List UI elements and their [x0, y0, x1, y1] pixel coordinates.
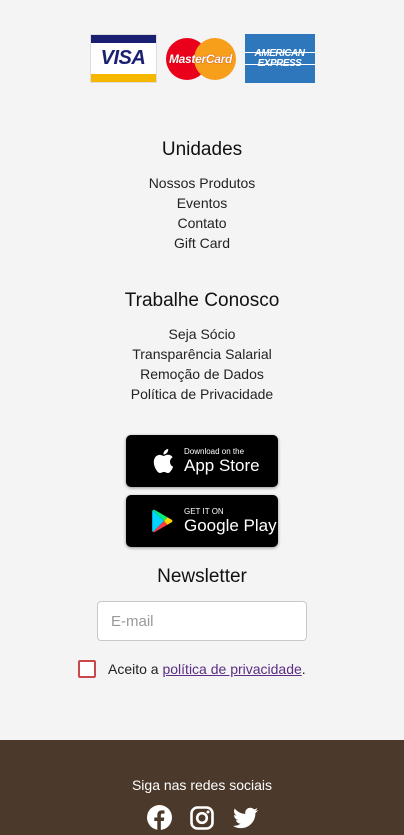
privacy-consent: Aceito a política de privacidade.	[78, 660, 306, 678]
unidades-links: Nossos Produtos Eventos Contato Gift Car…	[0, 173, 404, 253]
footer: Siga nas redes sociais	[0, 740, 404, 835]
visa-label: VISA	[100, 47, 146, 69]
link-seja-socio[interactable]: Seja Sócio	[0, 324, 404, 344]
email-input[interactable]	[97, 601, 307, 641]
social-links	[0, 805, 404, 830]
link-gift-card[interactable]: Gift Card	[0, 233, 404, 253]
mastercard-logo: MasterCard	[165, 34, 237, 83]
consent-prefix: Aceito a	[108, 661, 163, 677]
mastercard-label: MasterCard	[168, 51, 233, 66]
twitter-icon[interactable]	[232, 805, 258, 830]
trabalhe-title: Trabalhe Conosco	[124, 290, 280, 311]
amex-logo: AMERICAN EXPRESS	[244, 34, 315, 83]
link-eventos[interactable]: Eventos	[0, 193, 404, 213]
link-transparencia-salarial[interactable]: Transparência Salarial	[0, 344, 404, 364]
trabalhe-links: Seja Sócio Transparência Salarial Remoçã…	[0, 324, 404, 404]
google-play-button[interactable]: GET IT ON Google Play	[126, 495, 278, 547]
trabalhe-section: Trabalhe Conosco Seja Sócio Transparênci…	[0, 290, 404, 404]
link-contato[interactable]: Contato	[0, 213, 404, 233]
instagram-icon[interactable]	[190, 805, 215, 830]
consent-label: Aceito a política de privacidade.	[108, 661, 306, 677]
google-play-big-label: Google Play	[184, 516, 277, 535]
link-politica-privacidade[interactable]: Política de Privacidade	[0, 384, 404, 404]
social-title: Siga nas redes sociais	[131, 777, 273, 793]
facebook-icon[interactable]	[146, 805, 172, 830]
app-store-small-label: Download on the	[184, 447, 245, 456]
google-play-icon	[150, 508, 176, 534]
apple-icon	[150, 448, 176, 474]
unidades-title: Unidades	[161, 139, 243, 160]
app-store-big-label: App Store	[184, 456, 260, 475]
link-remocao-dados[interactable]: Remoção de Dados	[0, 364, 404, 384]
consent-checkbox[interactable]	[78, 660, 96, 678]
privacy-policy-link[interactable]: política de privacidade	[162, 661, 301, 677]
newsletter-title: Newsletter	[157, 566, 247, 587]
unidades-section: Unidades Nossos Produtos Eventos Contato…	[0, 139, 404, 253]
consent-suffix: .	[301, 661, 306, 677]
amex-label-top: AMERICAN	[254, 47, 305, 59]
app-store-button[interactable]: Download on the App Store	[126, 435, 278, 487]
visa-logo: VISA	[89, 34, 157, 83]
payment-methods: VISA MasterCard AMERICAN EXPRESS	[0, 34, 404, 83]
google-play-small-label: GET IT ON	[184, 507, 224, 516]
link-nossos-produtos[interactable]: Nossos Produtos	[0, 173, 404, 193]
amex-label-bottom: EXPRESS	[257, 57, 302, 69]
